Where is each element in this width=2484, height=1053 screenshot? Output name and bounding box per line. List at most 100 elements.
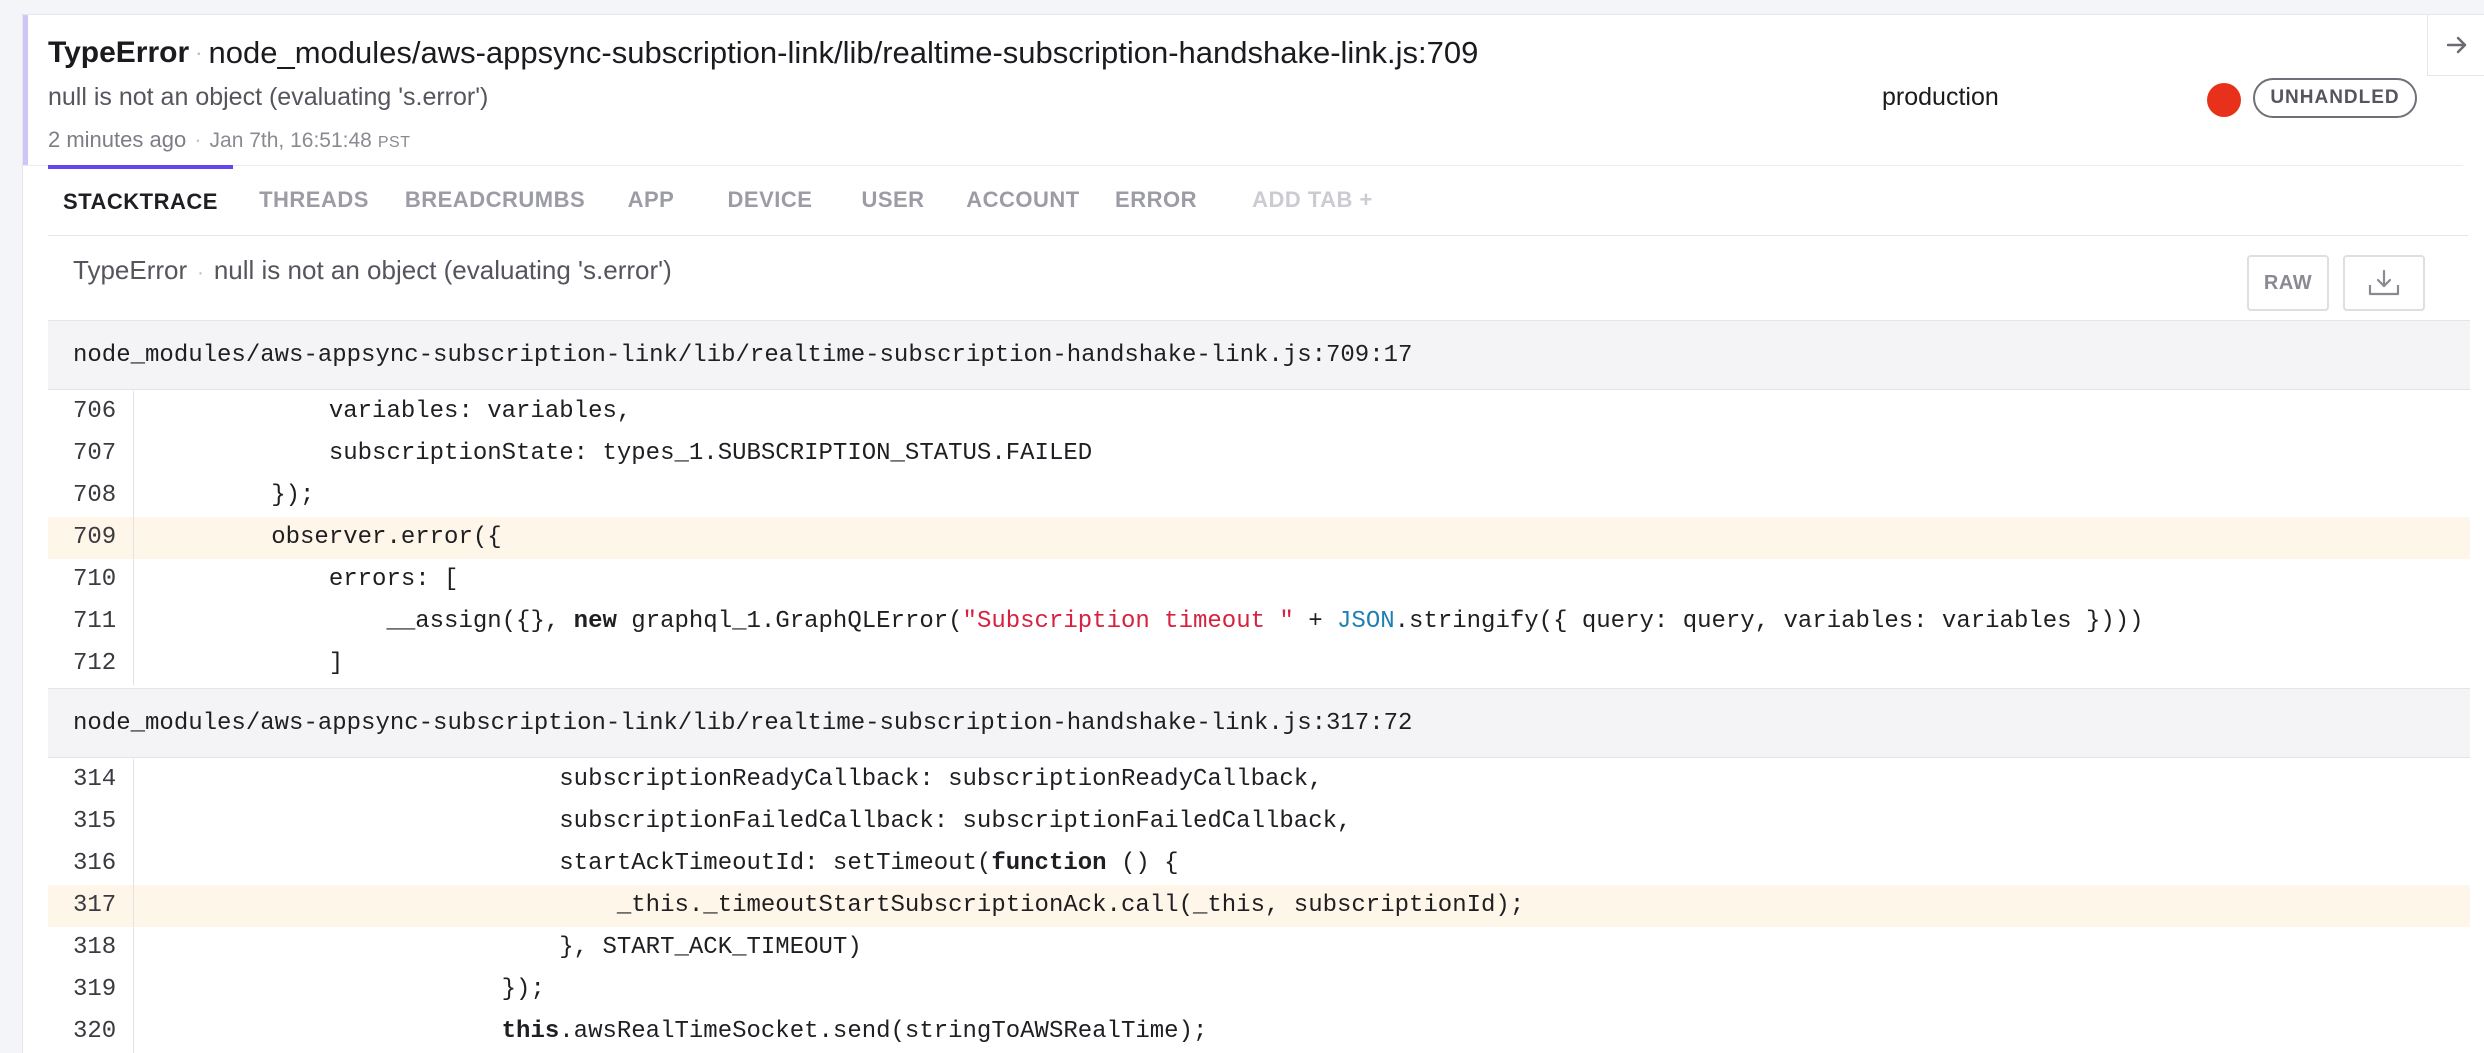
line-number: 314	[48, 759, 134, 801]
line-code: this.awsRealTimeSocket.send(stringToAWSR…	[156, 1011, 1208, 1053]
header-accent-bar	[23, 15, 28, 165]
line-number: 318	[48, 927, 134, 969]
line-code: observer.error({	[156, 517, 502, 559]
timezone: PST	[377, 134, 411, 151]
code-token: .stringify({ query: query, variables: va…	[1394, 608, 2144, 635]
tab-error[interactable]: ERROR	[1106, 165, 1206, 235]
close-pane-button[interactable]	[2427, 15, 2484, 76]
code-token: ]	[156, 650, 344, 677]
code-token: });	[156, 482, 315, 509]
code-line-highlighted: 317 _this._timeoutStartSubscriptionAck.c…	[48, 885, 2470, 927]
code-line: 711 __assign({}, new graphql_1.GraphQLEr…	[48, 601, 2470, 643]
line-code: _this._timeoutStartSubscriptionAck.call(…	[156, 885, 1524, 927]
code-token: subscriptionReadyCallback: subscriptionR…	[156, 766, 1323, 793]
line-code: });	[156, 969, 545, 1011]
line-number: 707	[48, 433, 134, 475]
line-number: 712	[48, 643, 134, 685]
tab-breadcrumbs[interactable]: BREADCRUMBS	[400, 165, 590, 235]
code-token: _this._timeoutStartSubscriptionAck.call(…	[156, 892, 1525, 919]
add-tab-button[interactable]: ADD TAB +	[1225, 165, 1400, 235]
tab-stacktrace[interactable]: STACKTRACE	[48, 165, 233, 235]
line-number: 711	[48, 601, 134, 643]
line-number: 710	[48, 559, 134, 601]
tab-app[interactable]: APP	[611, 165, 691, 235]
code-token: __assign({},	[156, 608, 574, 635]
code-line: 320 this.awsRealTimeSocket.send(stringTo…	[48, 1011, 2470, 1053]
code-token: .awsRealTimeSocket.send(stringToAWSRealT…	[559, 1018, 1208, 1045]
line-number: 315	[48, 801, 134, 843]
error-header: TypeError · node_modules/aws-appsync-subsc…	[23, 15, 2463, 166]
code-token: +	[1293, 608, 1338, 635]
stacktrace-message: null is not an object (evaluating 's.err…	[213, 255, 672, 285]
error-message: null is not an object (evaluating 's.err…	[48, 83, 489, 111]
line-code: variables: variables,	[156, 391, 631, 433]
stack-frame-file[interactable]: node_modules/aws-appsync-subscription-li…	[48, 320, 2470, 390]
line-code: errors: [	[156, 559, 459, 601]
code-token-kw: this	[501, 1018, 560, 1045]
code-line: 706 variables: variables,	[48, 391, 2470, 433]
code-token: });	[156, 976, 545, 1003]
code-token-str: "Subscription timeout "	[962, 608, 1294, 635]
line-number: 319	[48, 969, 134, 1011]
tab-device[interactable]: DEVICE	[711, 165, 829, 235]
stack-frame-file[interactable]: node_modules/aws-appsync-subscription-li…	[48, 688, 2470, 758]
code-token-kw: function	[991, 850, 1107, 877]
code-token-builtin: JSON	[1337, 608, 1395, 635]
line-number: 317	[48, 885, 134, 927]
code-token: subscriptionFailedCallback: subscription…	[156, 808, 1352, 835]
tab-account[interactable]: ACCOUNT	[958, 165, 1088, 235]
line-code: subscriptionReadyCallback: subscriptionR…	[156, 759, 1323, 801]
code-token: variables: variables,	[156, 398, 632, 425]
release-stage: production	[1882, 83, 1999, 111]
handled-state-badge: UNHANDLED	[2253, 78, 2417, 118]
line-code: subscriptionState: types_1.SUBSCRIPTION_…	[156, 433, 1092, 475]
line-code: startAckTimeoutId: setTimeout(function (…	[156, 843, 1178, 885]
line-number: 320	[48, 1011, 134, 1053]
error-title: TypeError · node_modules/aws-appsync-subsc…	[48, 35, 1478, 79]
absolute-time: Jan 7th, 16:51:48	[209, 129, 372, 152]
tab-bar: STACKTRACE THREADS BREADCRUMBS APP DEVIC…	[48, 165, 2468, 236]
code-token: subscriptionState: types_1.SUBSCRIPTION_…	[156, 440, 1093, 467]
error-detail-panel: TypeError · node_modules/aws-appsync-subsc…	[22, 14, 2484, 1053]
title-separator: ·	[195, 40, 203, 65]
code-token: observer.error({	[156, 524, 502, 551]
code-line: 315 subscriptionFailedCallback: subscrip…	[48, 801, 2470, 843]
code-line: 319 });	[48, 969, 2470, 1011]
time-separator: ·	[194, 127, 202, 152]
stacktrace-summary: TypeError · null is not an object (evaluat…	[73, 255, 672, 286]
error-location: node_modules/aws-appsync-subscription-li…	[208, 35, 1479, 70]
code-line: 318 }, START_ACK_TIMEOUT)	[48, 927, 2470, 969]
code-token: startAckTimeoutId: setTimeout(	[156, 850, 992, 877]
code-line: 316 startAckTimeoutId: setTimeout(functi…	[48, 843, 2470, 885]
code-token: }, START_ACK_TIMEOUT)	[156, 934, 862, 961]
line-code: });	[156, 475, 314, 517]
stack-frame-code: 706 variables: variables, 707 subscriptio…	[48, 391, 2470, 685]
tab-user[interactable]: USER	[848, 165, 938, 235]
line-number: 316	[48, 843, 134, 885]
line-number: 708	[48, 475, 134, 517]
error-timestamp: 2 minutes ago · Jan 7th, 16:51:48 PST	[48, 127, 410, 153]
line-number: 709	[48, 517, 134, 559]
code-line: 712 ]	[48, 643, 2470, 685]
tab-threads[interactable]: THREADS	[249, 165, 379, 235]
line-number: 706	[48, 391, 134, 433]
arrow-right-icon	[2446, 36, 2467, 54]
relative-time[interactable]: 2 minutes ago	[48, 127, 186, 152]
line-code: }, START_ACK_TIMEOUT)	[156, 927, 862, 969]
line-code: ]	[156, 643, 343, 685]
code-line: 707 subscriptionState: types_1.SUBSCRIPT…	[48, 433, 2470, 475]
stacktrace-separator: ·	[197, 262, 204, 284]
download-button[interactable]	[2343, 255, 2425, 311]
severity-indicator[interactable]	[2207, 83, 2241, 117]
line-code: subscriptionFailedCallback: subscription…	[156, 801, 1351, 843]
code-line: 708 });	[48, 475, 2470, 517]
line-code: __assign({}, new graphql_1.GraphQLError(…	[156, 601, 2144, 643]
code-token: errors: [	[156, 566, 459, 593]
download-icon	[2368, 269, 2400, 296]
raw-button[interactable]: RAW	[2247, 255, 2329, 311]
stack-frame-code: 314 subscriptionReadyCallback: subscript…	[48, 759, 2470, 1053]
code-token-kw: new	[573, 608, 617, 635]
code-line-highlighted: 709 observer.error({	[48, 517, 2470, 559]
stacktrace-error-class: TypeError	[73, 255, 188, 285]
